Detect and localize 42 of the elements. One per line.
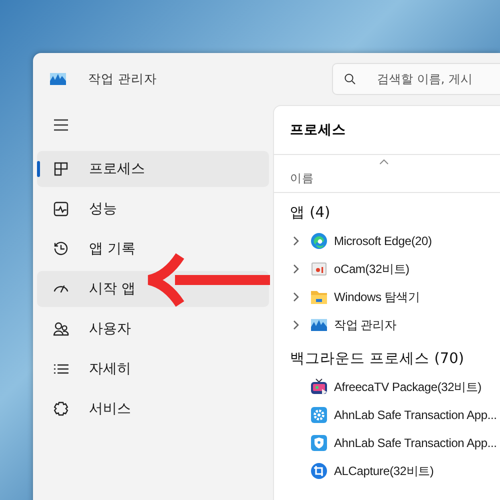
pulse-chart-icon xyxy=(53,201,69,217)
performance-graph-icon xyxy=(310,316,328,334)
chevron-right-icon[interactable] xyxy=(292,292,300,302)
chevron-right-icon[interactable] xyxy=(292,236,300,246)
nav-item[interactable]: 자세히 xyxy=(37,351,269,387)
menu-icon[interactable] xyxy=(53,119,69,131)
edge-browser-icon xyxy=(310,232,328,250)
crop-icon xyxy=(310,462,328,480)
process-name[interactable]: Windows 탐색기 xyxy=(334,288,420,306)
folder-icon xyxy=(310,288,328,306)
nav-item[interactable]: 사용자 xyxy=(37,311,269,347)
users-icon xyxy=(53,321,69,337)
process-name[interactable]: AhnLab Safe Transaction App... xyxy=(334,408,497,422)
page-title: 프로세스 xyxy=(290,121,346,139)
process-name[interactable]: ALCapture(32비트) xyxy=(334,462,434,480)
group-heading: 백그라운드 프로세스 (70) xyxy=(289,350,465,369)
search-icon xyxy=(344,73,356,85)
search-field[interactable]: 검색할 이름, 게시 xyxy=(332,63,500,95)
selection-indicator xyxy=(37,161,40,177)
puzzle-gear-icon xyxy=(53,401,69,417)
chevron-right-icon[interactable] xyxy=(292,320,300,330)
process-name[interactable]: AfreecaTV Package(32비트) xyxy=(334,378,482,396)
shield-icon xyxy=(310,434,328,452)
process-name[interactable]: 작업 관리자 xyxy=(334,316,396,334)
processes-icon xyxy=(53,161,69,177)
nav-item[interactable]: 서비스 xyxy=(37,391,269,427)
process-name[interactable]: AhnLab Safe Transaction App... xyxy=(334,436,497,450)
process-name[interactable]: Microsoft Edge(20) xyxy=(334,234,432,248)
chevron-right-icon[interactable] xyxy=(292,264,300,274)
camera-record-icon xyxy=(310,260,328,278)
nav-item[interactable]: 프로세스 xyxy=(37,151,269,187)
nav-item[interactable]: 성능 xyxy=(37,191,269,227)
window-title: 작업 관리자 xyxy=(88,70,157,88)
process-name[interactable]: oCam(32비트) xyxy=(334,260,410,278)
group-heading: 앱 (4) xyxy=(289,204,332,223)
nav-item[interactable]: 앱 기록 xyxy=(37,231,269,267)
gear-icon xyxy=(310,406,328,424)
app-logo-icon xyxy=(49,70,67,88)
clock-history-icon xyxy=(53,241,69,257)
tv-icon xyxy=(310,378,328,396)
sort-up-icon[interactable] xyxy=(379,159,389,165)
column-header[interactable]: 이름 xyxy=(290,171,314,185)
